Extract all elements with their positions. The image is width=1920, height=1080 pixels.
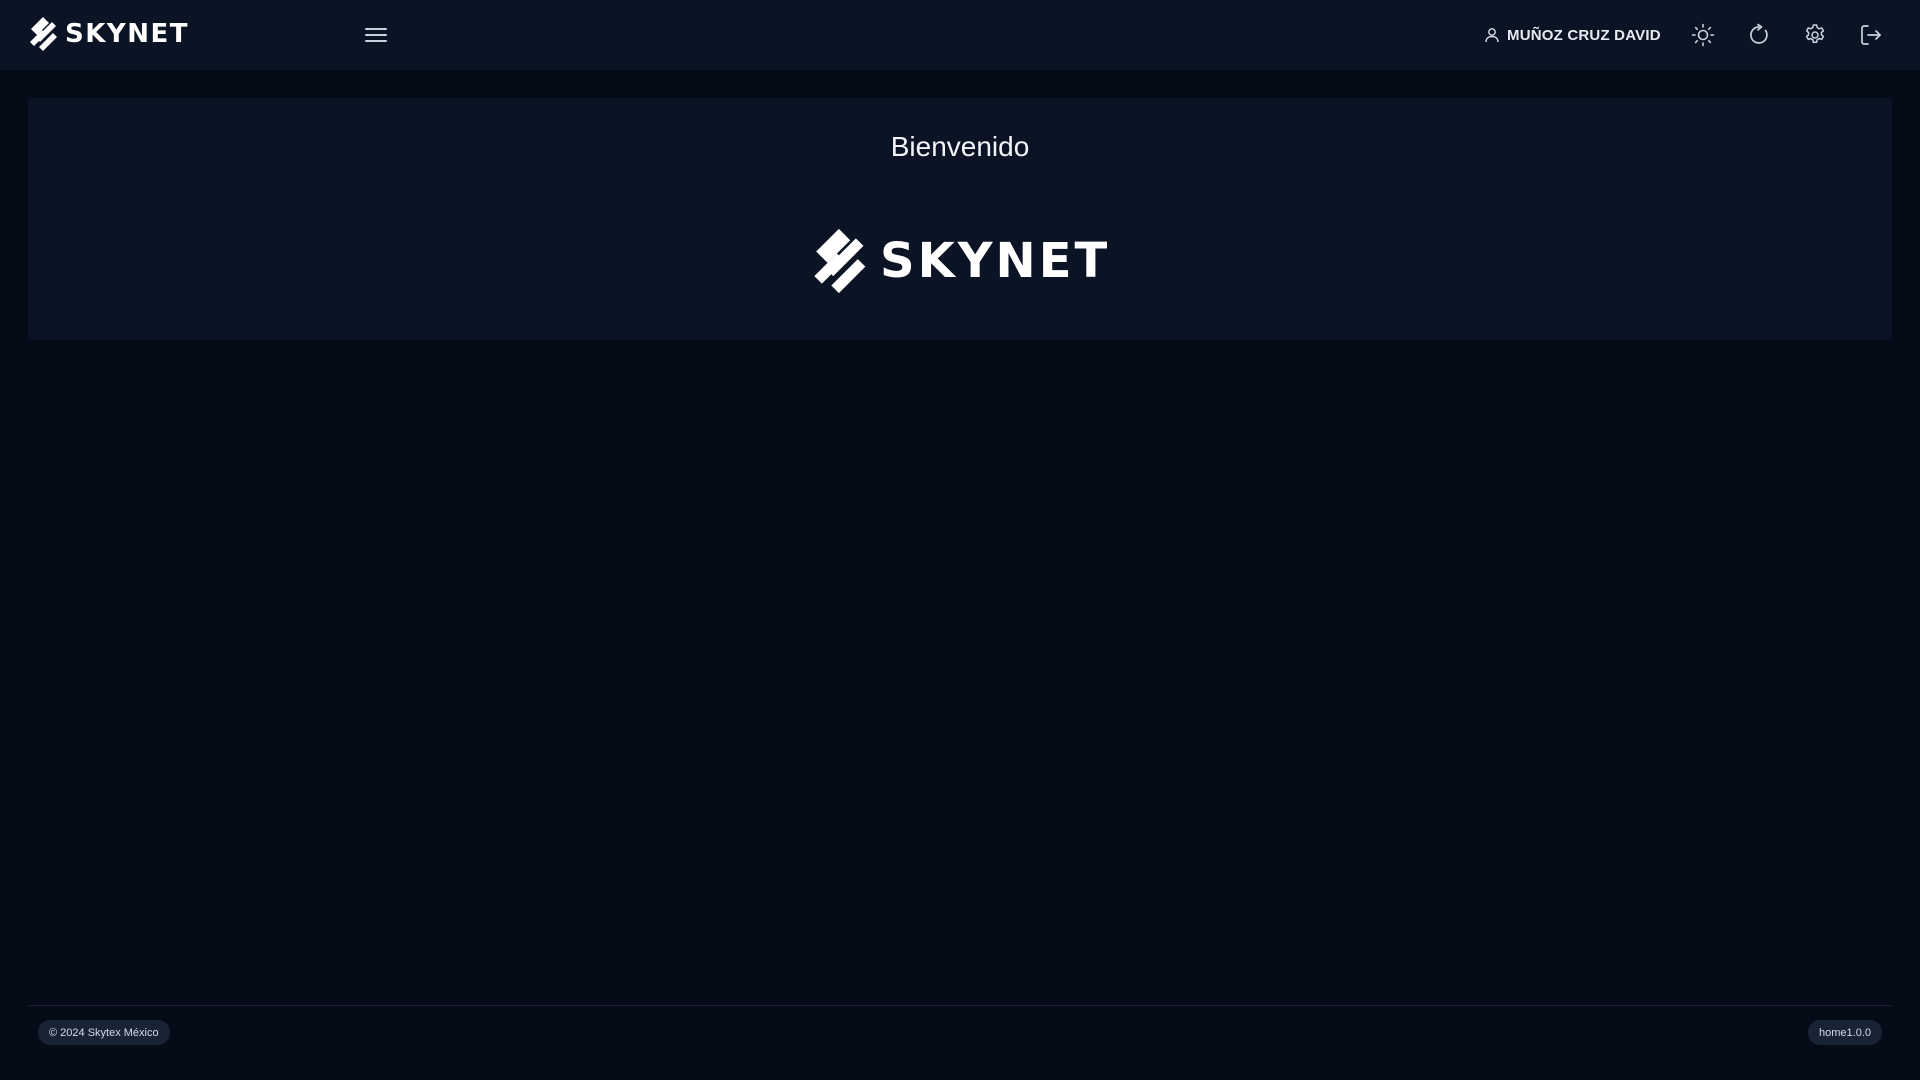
theme-toggle-button[interactable]	[1689, 21, 1717, 49]
welcome-logo: SKYNET	[808, 227, 1110, 295]
sun-icon	[1691, 23, 1715, 47]
welcome-title: Bienvenido	[890, 131, 1030, 162]
gear-icon	[1805, 24, 1825, 44]
refresh-icon	[1750, 23, 1768, 44]
user-icon	[1485, 28, 1499, 43]
settings-button[interactable]	[1801, 21, 1829, 49]
user-name: MUÑOZ CRUZ DAVID	[1507, 26, 1661, 44]
skynet-logo-icon	[814, 228, 866, 294]
brand-logo[interactable]: SKYNET	[27, 16, 189, 52]
footer-divider	[28, 1005, 1892, 1006]
skynet-logo-icon	[30, 17, 57, 51]
hamburger-menu-icon	[365, 28, 387, 42]
refresh-button[interactable]	[1745, 21, 1773, 49]
brand-name: SKYNET	[65, 19, 189, 49]
version-badge: home1.0.0	[1808, 1020, 1882, 1045]
top-header: SKYNET MUÑOZ CRUZ DAVID	[0, 0, 1920, 70]
hamburger-menu-button[interactable]	[362, 22, 390, 48]
user-menu[interactable]: MUÑOZ CRUZ DAVID	[1484, 24, 1661, 46]
logout-icon	[1861, 25, 1881, 45]
logout-button[interactable]	[1857, 21, 1885, 49]
copyright-badge: © 2024 Skytex México	[38, 1020, 170, 1045]
welcome-logo-text: SKYNET	[880, 233, 1111, 289]
